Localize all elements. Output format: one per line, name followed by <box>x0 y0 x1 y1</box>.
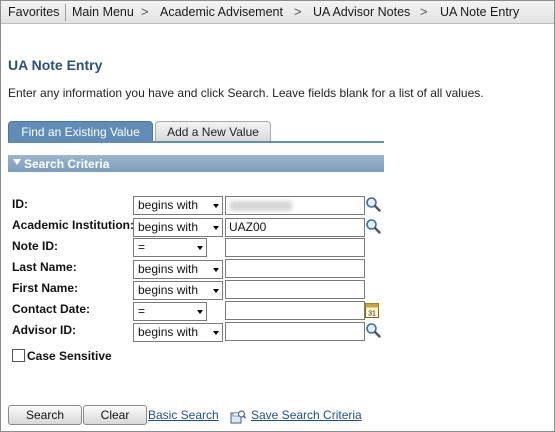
redacted-value <box>230 201 292 211</box>
first-name-operator-select[interactable]: begins with <box>133 281 223 300</box>
collapse-triangle-icon[interactable] <box>13 159 21 165</box>
save-search-icon[interactable] <box>230 409 246 425</box>
dropdown-arrow-icon <box>213 331 219 335</box>
search-lookup-icon[interactable] <box>365 196 381 212</box>
tab-underline <box>8 141 384 143</box>
breadcrumb-divider <box>65 4 66 21</box>
operator-value: = <box>138 304 146 318</box>
page-instructions: Enter any information you have and click… <box>8 86 484 100</box>
operator-value: begins with <box>138 283 199 297</box>
dropdown-arrow-icon <box>197 246 203 250</box>
dropdown-arrow-icon <box>213 268 219 272</box>
tab-label: Find an Existing Value <box>21 125 140 139</box>
calendar-icon[interactable]: 31 <box>365 302 379 318</box>
last-name-operator-select[interactable]: begins with <box>133 260 223 279</box>
save-search-criteria-link[interactable]: Save Search Criteria <box>251 408 362 422</box>
basic-search-link[interactable]: Basic Search <box>148 408 219 422</box>
note-id-operator-select[interactable]: = <box>133 238 207 257</box>
operator-value: begins with <box>138 220 199 234</box>
breadcrumb-ua-note-entry[interactable]: UA Note Entry <box>440 5 519 19</box>
last-name-input[interactable] <box>225 259 365 278</box>
advisor-id-input[interactable] <box>225 322 365 341</box>
note-id-label: Note ID: <box>12 239 58 253</box>
operator-value: begins with <box>138 198 199 212</box>
button-label: Clear <box>100 408 130 422</box>
dropdown-arrow-icon <box>197 310 203 314</box>
dropdown-arrow-icon <box>213 289 219 293</box>
search-button[interactable]: Search <box>8 405 82 425</box>
search-lookup-icon[interactable] <box>365 322 381 338</box>
case-sensitive-label: Case Sensitive <box>27 349 112 363</box>
academic-institution-input[interactable]: UAZ00 <box>225 218 365 237</box>
advisor-id-label: Advisor ID: <box>12 323 77 337</box>
clear-button[interactable]: Clear <box>83 405 147 425</box>
search-lookup-icon[interactable] <box>365 218 381 234</box>
section-title: Search Criteria <box>24 157 110 171</box>
institution-operator-select[interactable]: begins with <box>133 218 223 237</box>
breadcrumb-academic-advisement[interactable]: Academic Advisement <box>160 5 283 19</box>
breadcrumb-separator: > <box>141 4 149 19</box>
last-name-label: Last Name: <box>12 260 77 274</box>
input-value: UAZ00 <box>229 220 267 234</box>
favorites-menu[interactable]: Favorites <box>8 5 59 19</box>
button-label: Search <box>25 408 65 422</box>
main-menu[interactable]: Main Menu <box>72 5 134 19</box>
search-criteria-header[interactable]: Search Criteria <box>8 155 384 172</box>
contact-date-operator-select[interactable]: = <box>133 302 207 321</box>
contact-date-label: Contact Date: <box>12 302 91 316</box>
note-id-input[interactable] <box>225 238 365 257</box>
first-name-input[interactable] <box>225 280 365 299</box>
id-operator-select[interactable]: begins with <box>133 196 223 215</box>
breadcrumb-ua-advisor-notes[interactable]: UA Advisor Notes <box>313 5 410 19</box>
svg-text:31: 31 <box>368 311 376 318</box>
advisor-id-operator-select[interactable]: begins with <box>133 323 223 342</box>
breadcrumb-separator: > <box>420 4 428 19</box>
operator-value: begins with <box>138 325 199 339</box>
tab-add-new-value[interactable]: Add a New Value <box>155 121 271 143</box>
breadcrumb-separator: > <box>294 4 302 19</box>
case-sensitive-checkbox[interactable] <box>12 349 25 362</box>
tab-find-existing-value[interactable]: Find an Existing Value <box>8 121 153 143</box>
academic-institution-label: Academic Institution: <box>12 218 135 232</box>
dropdown-arrow-icon <box>213 226 219 230</box>
id-label: ID: <box>12 197 28 211</box>
id-input[interactable] <box>225 196 365 215</box>
operator-value: = <box>138 240 146 254</box>
breadcrumb: Favorites Main Menu > Academic Advisemen… <box>1 1 554 24</box>
page-title: UA Note Entry <box>8 57 103 73</box>
contact-date-input[interactable] <box>225 301 365 320</box>
tab-label: Add a New Value <box>167 125 259 139</box>
first-name-label: First Name: <box>12 281 79 295</box>
operator-value: begins with <box>138 262 199 276</box>
dropdown-arrow-icon <box>213 204 219 208</box>
